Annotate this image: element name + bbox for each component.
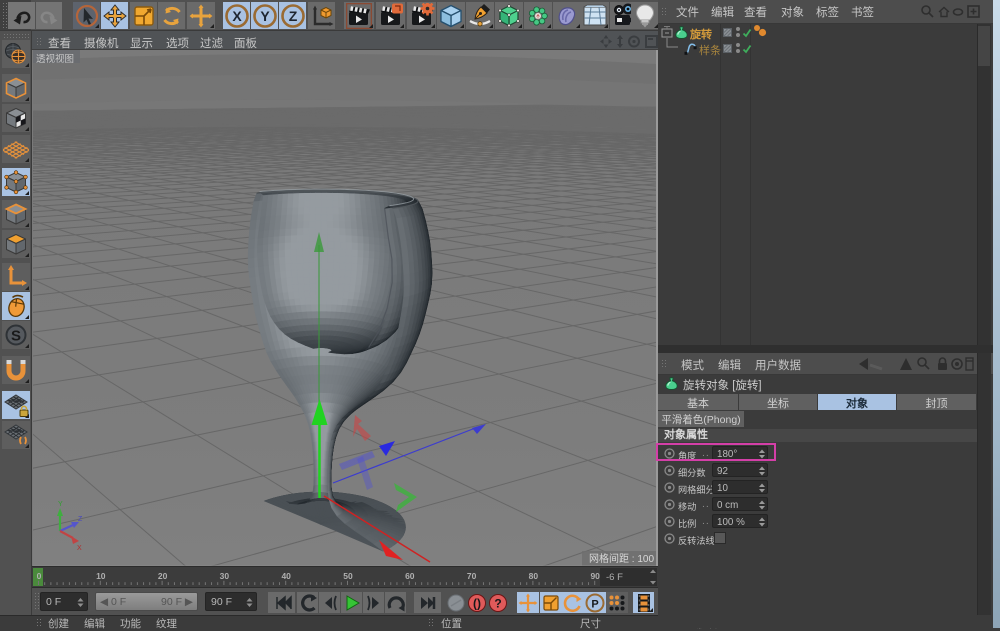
svg-text:70: 70: [467, 571, 477, 581]
svg-text:60: 60: [405, 571, 415, 581]
svg-text:90: 90: [590, 571, 600, 581]
svg-text:网格间距 : 100 cm: 网格间距 : 100 cm: [589, 552, 656, 565]
svg-text:40: 40: [281, 571, 291, 581]
svg-text:50: 50: [343, 571, 353, 581]
svg-text:20: 20: [158, 571, 168, 581]
svg-text:Y: Y: [58, 501, 63, 508]
svg-text:P: P: [591, 598, 598, 610]
svg-text:Y: Y: [260, 8, 270, 24]
svg-text:X: X: [232, 8, 242, 24]
svg-text:Z: Z: [288, 8, 297, 24]
svg-text:Z: Z: [78, 516, 83, 523]
svg-text:-6 F: -6 F: [606, 572, 623, 583]
svg-text:?: ?: [494, 596, 501, 610]
svg-text:0: 0: [37, 571, 42, 581]
svg-text:X: X: [77, 545, 82, 552]
svg-text:S: S: [11, 328, 21, 345]
svg-text:30: 30: [220, 571, 230, 581]
svg-text:10: 10: [96, 571, 106, 581]
svg-text:80: 80: [529, 571, 539, 581]
svg-text:(): (): [473, 596, 481, 610]
